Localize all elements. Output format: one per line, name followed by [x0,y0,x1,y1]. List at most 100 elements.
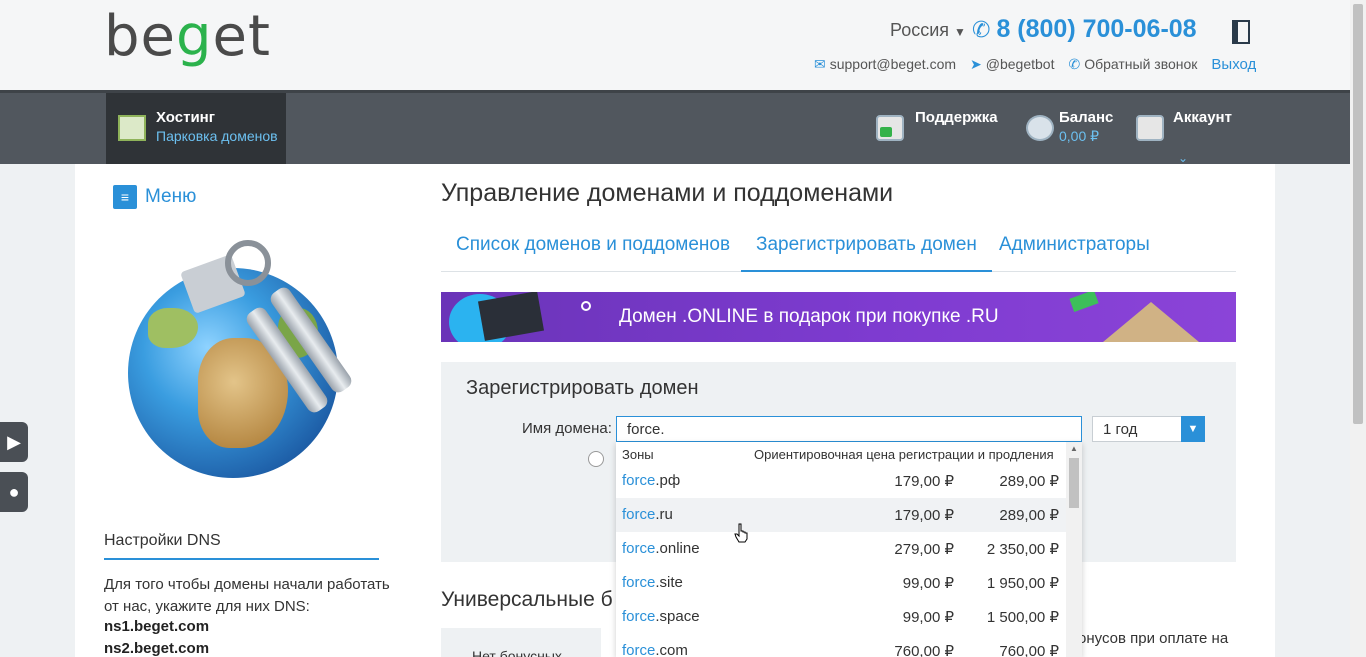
domain-name-input[interactable] [616,416,1082,442]
period-value: 1 год [1103,421,1138,438]
zone-part: .com [655,642,688,657]
zone-option[interactable]: force.online 279,00 ₽ 2 350,00 ₽ [616,532,1066,566]
account-label: Аккаунт [1173,109,1232,126]
continent-shape [148,308,198,348]
radio-button[interactable] [588,451,604,467]
chevron-down-icon: ▼ [1181,416,1205,442]
menu-button[interactable]: ≡ Меню [113,185,196,209]
app-store-button[interactable]: ● [0,472,28,512]
callback-link[interactable]: ✆ Обратный звонок [1068,56,1197,73]
support-chat-icon [876,115,904,141]
chevron-down-icon[interactable]: ⌄ [1178,151,1188,165]
dropdown-scroll-thumb[interactable] [1069,458,1079,508]
reg-price: 179,00 ₽ [894,507,954,524]
tabs-bar: Список доменов и поддоменов Зарегистриро… [441,226,1236,272]
tab-administrators[interactable]: Администраторы [984,226,1165,272]
google-play-button[interactable]: ▶ [0,422,28,462]
email-text: support@beget.com [829,56,957,72]
bonus-box: Нет бонусных [441,628,601,657]
nav-support[interactable]: Поддержка [915,109,998,126]
hosting-www-icon [118,115,146,141]
phone-number[interactable]: ✆ 8 (800) 700-06-08 [972,15,1197,44]
page-title: Управление доменами и поддоменами [441,179,894,207]
zone-part: .site [655,574,683,591]
domain-part: force [622,608,656,625]
domain-part: force [622,506,656,523]
period-select[interactable]: 1 год ▼ [1092,416,1205,442]
renew-price: 1 500,00 ₽ [986,609,1059,626]
domain-part: force [622,472,656,489]
dns-ns2: ns2.beget.com [104,640,210,657]
hosting-section-button[interactable]: Хостинг Парковка доменов [106,93,286,167]
door-icon[interactable] [1232,20,1250,44]
zone-option[interactable]: force.рф 179,00 ₽ 289,00 ₽ [616,464,1066,498]
balance-label: Баланс [1059,109,1114,126]
zone-option[interactable]: force.space 99,00 ₽ 1 500,00 ₽ [616,600,1066,634]
col-zones: Зоны [622,447,654,462]
menu-label: Меню [145,186,197,207]
telegram-text: @begetbot [985,56,1055,72]
phone-icon: ✆ [972,17,991,42]
support-label: Поддержка [915,109,998,126]
register-title: Зарегистрировать домен [466,377,699,399]
scroll-up-icon[interactable]: ▲ [1070,444,1078,453]
page-scroll-thumb[interactable] [1353,4,1363,424]
zone-option[interactable]: force.site 99,00 ₽ 1 950,00 ₽ [616,566,1066,600]
dropdown-header: Зоны Ориентировочная цена регистрации и … [622,447,1062,462]
tab-register-domain[interactable]: Зарегистрировать домен [741,226,992,272]
domain-part: force [622,540,656,557]
email-link[interactable]: ✉ support@beget.com [814,56,956,73]
renew-price: 760,00 ₽ [999,643,1059,657]
reg-price: 99,00 ₽ [902,609,954,626]
beget-logo[interactable]: beget [104,4,271,69]
domain-part: force [622,642,656,657]
dns-ns1: ns1.beget.com [104,618,210,635]
region-selector[interactable]: Россия ▼ [890,20,966,41]
col-price: Ориентировочная цена регистрации и продл… [754,447,1054,462]
zone-option[interactable]: force.ru 179,00 ₽ 289,00 ₽ [616,498,1066,532]
nav-balance[interactable]: Баланс 0,00 ₽ [1059,109,1113,145]
key-ring-illustration [225,240,271,286]
renew-price: 289,00 ₽ [999,507,1059,524]
banner-text: Домен .ONLINE в подарок при покупке .RU [619,306,999,327]
reg-price: 760,00 ₽ [894,643,954,657]
domain-part: force [622,574,656,591]
hosting-subtitle: Парковка доменов [156,128,278,144]
tab-domain-list[interactable]: Список доменов и поддоменов [441,226,745,272]
main-navbar: Хостинг Парковка доменов Поддержка Балан… [0,90,1350,167]
page-scrollbar[interactable] [1350,0,1366,657]
nav-account[interactable]: Аккаунт [1173,109,1232,126]
universal-title: Универсальные б [441,588,613,611]
region-label: Россия [890,20,950,40]
telegram-link[interactable]: ➤ @begetbot [970,56,1054,73]
balance-value: 0,00 ₽ [1059,128,1100,144]
apple-icon: ● [8,481,20,502]
bonus-description: онусов при оплате на [1078,630,1229,647]
dns-instructions: Для того чтобы домены начали работать от… [104,576,390,615]
renew-price: 1 950,00 ₽ [986,575,1059,592]
zone-part: .ru [655,506,673,523]
zone-option[interactable]: force.com 760,00 ₽ 760,00 ₽ [616,634,1066,657]
account-card-icon [1136,115,1164,141]
envelope-icon: ✉ [814,56,826,72]
phone-text: 8 (800) 700-06-08 [996,15,1197,43]
reg-price: 99,00 ₽ [902,575,954,592]
mascot-band-illustration [477,292,545,341]
zone-part: .online [655,540,700,557]
renew-price: 289,00 ₽ [999,473,1059,490]
caret-down-icon: ▼ [954,25,966,39]
zone-suggestions-dropdown: Зоны Ориентировочная цена регистрации и … [616,442,1082,657]
reg-price: 179,00 ₽ [894,473,954,490]
play-store-icon: ▶ [7,431,21,452]
coins-icon [1026,115,1054,141]
top-header: beget Россия ▼ ✆ 8 (800) 700-06-08 ✉ suppo… [0,0,1350,90]
logout-link[interactable]: Выход [1211,56,1256,73]
circle-decoration [581,301,591,311]
dropdown-scrollbar[interactable]: ▲ [1066,442,1082,657]
contacts-bar: ✉ support@beget.com ➤ @begetbot ✆ Обратный … [814,56,1256,73]
no-bonus-text: Нет бонусных [472,648,562,657]
zone-part: .рф [655,472,681,489]
promo-banner[interactable]: Домен .ONLINE в подарок при покупке .RU [441,292,1236,342]
hosting-title: Хостинг [156,109,215,126]
light-cone-decoration [1091,302,1211,342]
